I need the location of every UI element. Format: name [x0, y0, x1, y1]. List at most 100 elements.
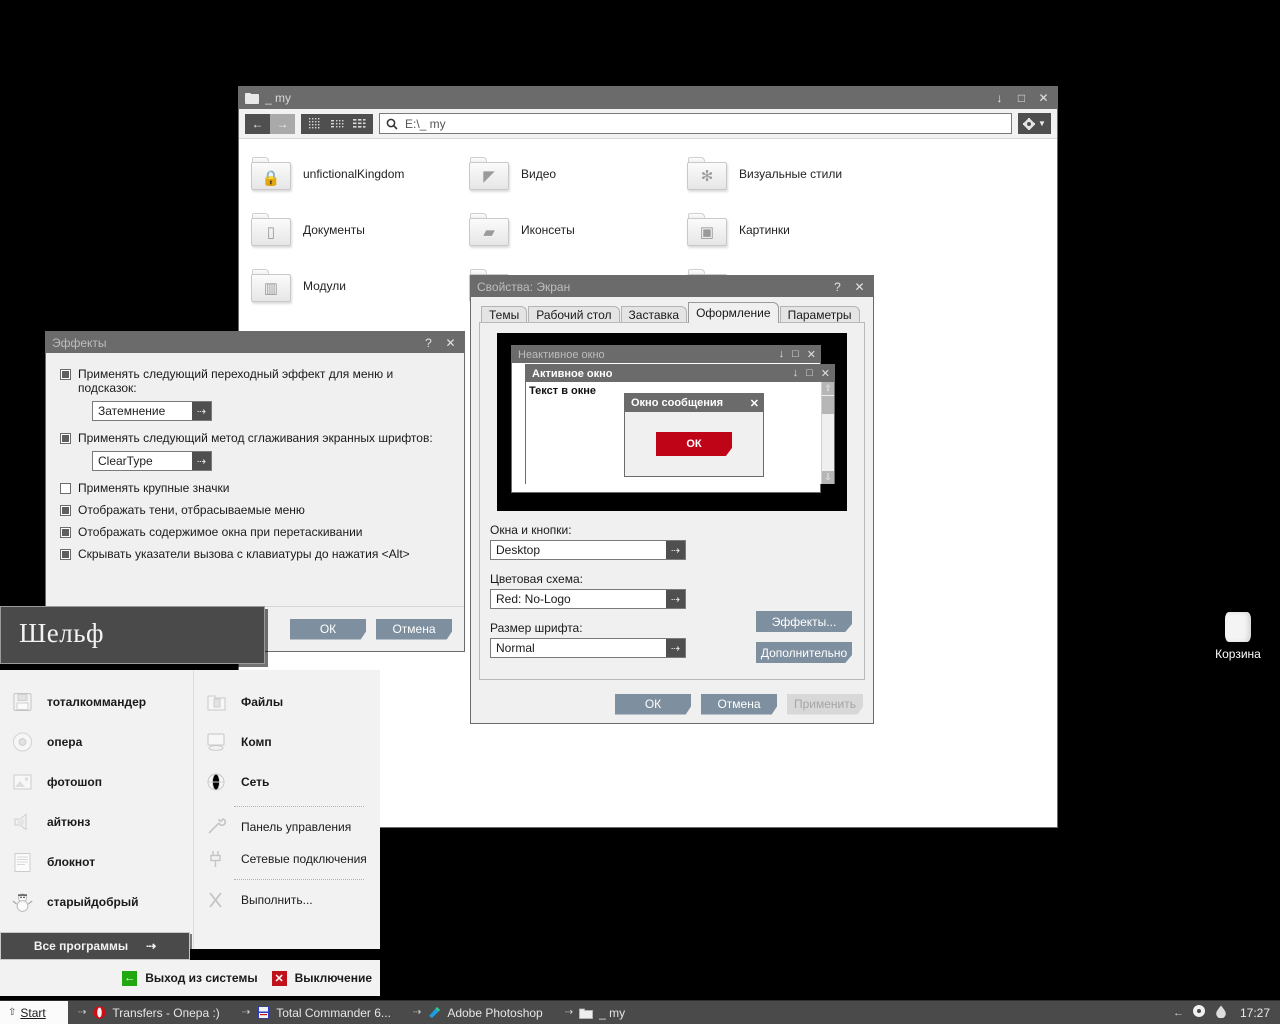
checkbox-large-icons[interactable]: Применять крупные значки [60, 481, 450, 495]
chevron-right-icon[interactable]: ⇢ [666, 590, 685, 608]
droplet-icon[interactable] [1214, 1004, 1228, 1021]
start-menu-item-opera[interactable]: опера [0, 722, 193, 762]
checkbox-font-smoothing[interactable]: Применять следующий метод сглаживания эк… [60, 431, 450, 445]
list-item[interactable]: ◤ Видео [469, 153, 687, 195]
list-item[interactable]: ▥ Модули [251, 265, 469, 307]
tab-themes[interactable]: Темы [481, 306, 528, 323]
chevron-right-icon[interactable]: ⇢ [666, 541, 685, 559]
help-icon[interactable]: ? [832, 281, 843, 293]
taskbar-clock[interactable]: 17:27 [1240, 1006, 1270, 1020]
start-menu-item-run[interactable]: Выполнить... [194, 884, 380, 916]
color-scheme-combo[interactable]: Red: No-Logo ⇢ [490, 589, 686, 609]
user-name: Шельф [19, 618, 105, 648]
address-bar[interactable]: E:\_ my [379, 113, 1012, 134]
start-menu-item-totalcommander[interactable]: тоталкоммандер [0, 682, 193, 722]
list-item-label: Документы [303, 223, 365, 237]
list-item[interactable]: ▯ Документы [251, 209, 469, 251]
list-item[interactable]: ▰ Иконсеты [469, 209, 687, 251]
checkbox-hide-keyboard-cues[interactable]: Скрывать указатели вызова с клавиатуры д… [60, 547, 450, 561]
tab-appearance[interactable]: Оформление [688, 302, 779, 323]
checkbox-icon[interactable] [60, 433, 71, 444]
effects-body: Применять следующий переходный эффект дл… [46, 353, 464, 561]
view-icons-icon[interactable] [304, 114, 326, 134]
chevron-right-icon[interactable]: ⇢ [666, 639, 685, 657]
checkbox-transition-effect[interactable]: Применять следующий переходный эффект дл… [60, 367, 450, 395]
preview-client-area: Текст в окне Окно сообщения ✕ ОК ⇧ ⇩ [526, 382, 834, 484]
close-icon[interactable]: ✕ [1038, 92, 1049, 104]
start-menu-item-network-connections[interactable]: Сетевые подключения [194, 843, 380, 875]
start-menu-item-files[interactable]: Файлы [194, 682, 380, 722]
start-menu-item-photoshop[interactable]: фотошоп [0, 762, 193, 802]
advanced-button[interactable]: Дополнительно [756, 642, 852, 663]
tab-desktop[interactable]: Рабочий стол [528, 306, 620, 323]
checkbox-icon[interactable] [60, 527, 71, 538]
cancel-button[interactable]: Отмена [701, 693, 777, 715]
start-button[interactable]: ⇧ Start [0, 1000, 68, 1024]
forward-button[interactable]: → [270, 113, 295, 134]
windows-and-buttons-label: Окна и кнопки: [490, 523, 572, 537]
checkbox-icon[interactable] [60, 369, 71, 380]
effects-button[interactable]: Эффекты... [756, 611, 852, 632]
checkbox-label: Отображать тени, отбрасываемые меню [78, 503, 305, 517]
shutdown-button[interactable]: ✕ Выключение [271, 970, 372, 986]
effects-dialog[interactable]: Эффекты ? ✕ Применять следующий переходн… [45, 331, 465, 652]
start-menu-item-label: блокнот [47, 855, 96, 869]
font-smoothing-value: ClearType [98, 454, 153, 468]
tab-settings[interactable]: Параметры [779, 306, 860, 323]
checkbox-icon[interactable] [60, 483, 71, 494]
taskbar-item-total-commander[interactable]: ⇢ Total Commander 6... [232, 1006, 403, 1020]
explorer-options-button[interactable]: ▼ [1018, 113, 1051, 134]
start-menu-item-snowman[interactable]: старыйдобрый [0, 882, 193, 922]
log-off-button[interactable]: ← Выход из системы [122, 970, 258, 986]
explorer-titlebar[interactable]: _ my ↓ □ ✕ [239, 87, 1057, 109]
chevron-right-icon[interactable]: ⇢ [192, 452, 211, 470]
taskbar-item-my-folder[interactable]: ⇢ _ my [555, 1006, 637, 1020]
ok-button[interactable]: ОК [615, 693, 691, 715]
start-menu-item-network[interactable]: Сеть [194, 762, 380, 802]
checkbox-icon[interactable] [60, 549, 71, 560]
chevron-right-icon: ⇢ [78, 1007, 87, 1018]
cancel-button[interactable]: Отмена [376, 618, 452, 640]
checkbox-label: Применять следующий метод сглаживания эк… [78, 431, 433, 445]
maximize-icon[interactable]: □ [1016, 92, 1027, 104]
windows-and-buttons-combo[interactable]: Desktop ⇢ [490, 540, 686, 560]
list-item-label: Видео [521, 167, 557, 181]
view-details-icon[interactable] [348, 114, 370, 134]
view-list-icon[interactable] [326, 114, 348, 134]
tab-screensaver[interactable]: Заставка [620, 306, 688, 323]
effects-titlebar[interactable]: Эффекты ? ✕ [46, 332, 464, 353]
font-smoothing-combo[interactable]: ClearType ⇢ [92, 451, 212, 471]
checkbox-menu-shadows[interactable]: Отображать тени, отбрасываемые меню [60, 503, 450, 517]
list-item[interactable]: 🔒 unfictionalKingdom [251, 153, 469, 195]
help-icon[interactable]: ? [423, 337, 434, 349]
transition-effect-combo[interactable]: Затемнение ⇢ [92, 401, 212, 421]
checkbox-show-window-contents[interactable]: Отображать содержимое окна при перетаски… [60, 525, 450, 539]
start-menu-item-notepad[interactable]: блокнот [0, 842, 193, 882]
taskbar-item-photoshop[interactable]: ⇢ Adobe Photoshop [403, 1006, 555, 1020]
recycle-bin-label: Корзина [1215, 647, 1261, 661]
preview-scrollbar: ⇧ ⇩ [821, 382, 834, 484]
taskbar-item-opera[interactable]: ⇢ Transfers - Опера :) [68, 1006, 232, 1020]
disc-icon[interactable] [1192, 1004, 1206, 1021]
preview-message-titlebar: Окно сообщения ✕ [625, 394, 763, 412]
start-menu-item-control-panel[interactable]: Панель управления [194, 811, 380, 843]
start-menu-item-computer[interactable]: Комп [194, 722, 380, 762]
display-titlebar[interactable]: Свойства: Экран ? ✕ [471, 276, 873, 297]
chevron-right-icon: ⇢ [564, 1007, 574, 1018]
list-item[interactable]: ▣ Картинки [687, 209, 905, 251]
checkbox-icon[interactable] [60, 505, 71, 516]
back-button[interactable]: ← [245, 113, 270, 134]
taskbar-item-label: Adobe Photoshop [447, 1005, 543, 1020]
list-item[interactable]: ✻ Визуальные стили [687, 153, 905, 195]
minimize-icon[interactable]: ↓ [994, 92, 1005, 104]
start-menu-item-itunes[interactable]: айтюнз [0, 802, 193, 842]
font-size-combo[interactable]: Normal ⇢ [490, 638, 686, 658]
close-icon[interactable]: ✕ [445, 337, 456, 349]
chevron-right-icon[interactable]: ⇢ [192, 402, 211, 420]
display-properties-dialog[interactable]: Свойства: Экран ? ✕ Темы Рабочий стол За… [470, 275, 874, 724]
all-programs-button[interactable]: Все программы ⇢ [0, 932, 190, 960]
start-menu[interactable]: Шельф тоталкоммандер опера фотошоп айтюн… [0, 606, 380, 1000]
desktop-icon-recycle-bin[interactable]: Корзина [1206, 612, 1270, 661]
close-icon[interactable]: ✕ [854, 281, 865, 293]
show-hidden-icons-icon[interactable]: ← [1173, 1007, 1184, 1019]
